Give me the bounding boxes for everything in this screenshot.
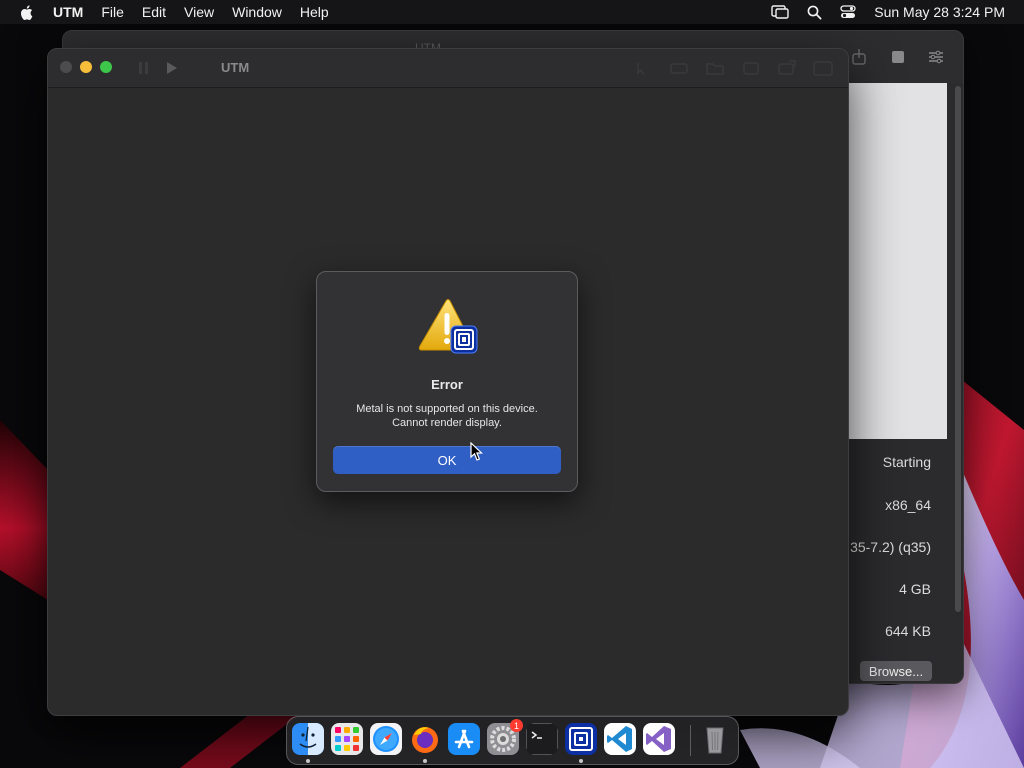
window-minimize-button[interactable] <box>80 61 92 73</box>
vm-architecture-value: x86_64 <box>885 497 931 513</box>
capture-mouse-icon[interactable] <box>632 59 654 77</box>
shared-folder-icon[interactable] <box>704 59 726 77</box>
dialog-message-line-2: Cannot render display. <box>392 417 502 429</box>
settings-sliders-icon[interactable] <box>927 48 945 66</box>
trash-icon[interactable] <box>699 723 731 755</box>
menubar-clock[interactable]: Sun May 28 3:24 PM <box>874 4 1005 20</box>
finder-icon[interactable] <box>292 723 324 755</box>
ok-button[interactable]: OK <box>333 446 561 474</box>
vm-window-titlebar: UTM <box>48 49 848 88</box>
screen-mirroring-icon[interactable] <box>771 5 789 19</box>
share-icon[interactable] <box>851 48 869 66</box>
safari-icon[interactable] <box>370 723 402 755</box>
menu-app-utm[interactable]: UTM <box>53 4 83 20</box>
utm-badge-icon <box>450 325 478 354</box>
dock-separator <box>690 725 691 756</box>
app-store-icon[interactable] <box>448 723 480 755</box>
pause-icon[interactable] <box>138 61 150 80</box>
drive-icon[interactable] <box>668 59 690 77</box>
menu-file[interactable]: File <box>101 4 124 20</box>
restart-icon[interactable] <box>740 59 762 77</box>
apple-menu-icon[interactable] <box>19 3 35 21</box>
warning-icon <box>417 298 479 356</box>
resize-display-icon[interactable] <box>812 59 834 77</box>
utm-icon[interactable] <box>565 723 597 755</box>
menu-help[interactable]: Help <box>300 4 329 20</box>
stop-icon[interactable] <box>889 48 907 66</box>
control-center-icon[interactable] <box>840 5 856 19</box>
utm-running-indicator <box>579 759 583 763</box>
mouse-cursor-icon <box>470 441 484 467</box>
vm-memory-value: 4 GB <box>899 581 931 597</box>
vm-status-value: Starting <box>882 454 931 470</box>
window-close-button[interactable] <box>60 61 72 73</box>
vm-window-title: UTM <box>221 60 250 75</box>
vm-machine-value: 35-7.2) (q35) <box>850 539 931 555</box>
firefox-icon[interactable] <box>409 723 441 755</box>
vm-preview-panel <box>849 83 947 439</box>
dialog-message: Metal is not supported on this device. C… <box>327 402 567 430</box>
finder-running-indicator <box>306 759 310 763</box>
spotlight-search-icon[interactable] <box>807 5 822 20</box>
browse-button[interactable]: Browse... <box>860 661 932 681</box>
dialog-message-line-1: Metal is not supported on this device. <box>356 403 538 415</box>
launchpad-icon[interactable] <box>331 723 363 755</box>
vm-size-value: 644 KB <box>885 623 931 639</box>
window-zoom-button[interactable] <box>100 61 112 73</box>
dialog-title: Error <box>431 377 463 392</box>
notification-badge: 1 <box>510 719 523 732</box>
menu-edit[interactable]: Edit <box>142 4 166 20</box>
firefox-running-indicator <box>423 759 427 763</box>
library-scrollbar[interactable] <box>955 86 961 612</box>
menu-window[interactable]: Window <box>232 4 282 20</box>
play-icon[interactable] <box>166 61 178 80</box>
menu-view[interactable]: View <box>184 4 214 20</box>
share-window-icon[interactable] <box>776 59 798 77</box>
menu-bar: UTM File Edit View Window Help Sun May 2… <box>0 0 1024 24</box>
vscode-icon[interactable] <box>604 723 636 755</box>
error-dialog: Error Metal is not supported on this dev… <box>316 271 578 492</box>
terminal-icon[interactable] <box>526 723 558 755</box>
visual-studio-icon[interactable] <box>643 723 675 755</box>
